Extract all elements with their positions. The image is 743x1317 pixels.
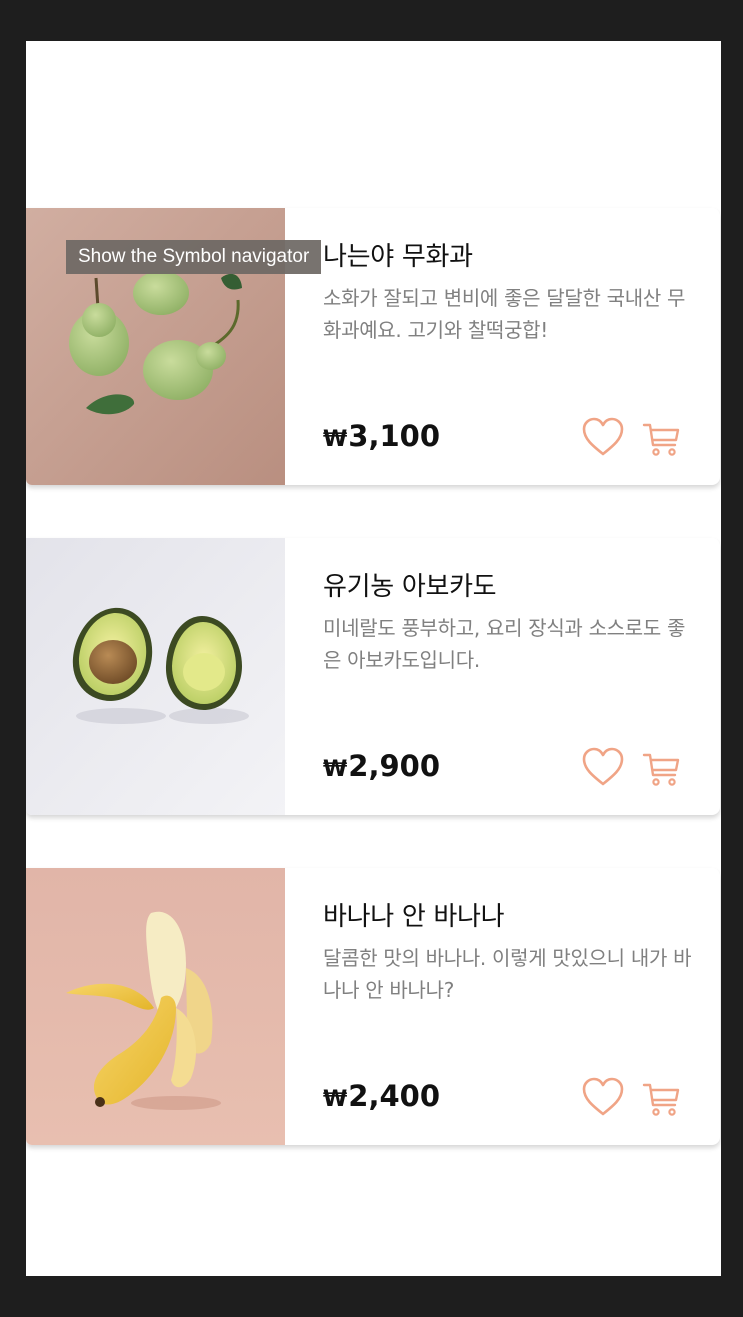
add-to-cart-button[interactable] [641, 1078, 683, 1120]
tooltip: Show the Symbol navigator [66, 240, 322, 274]
product-description: 미네랄도 풍부하고, 요리 장식과 소스로도 좋은 아보카도입니다. [323, 616, 686, 672]
product-price: ₩3,100 [323, 419, 440, 453]
product-list-screen: 나는야 무화과 소화가 잘되고 변비에 좋은 달달한 국내산 무화과예요. 고기… [26, 41, 721, 1276]
cart-icon [642, 753, 680, 786]
like-button[interactable] [581, 415, 625, 459]
add-to-cart-button[interactable] [641, 418, 683, 460]
product-title: 유기농 아보카도 [323, 572, 497, 602]
add-to-cart-button[interactable] [641, 748, 683, 790]
heart-icon [582, 417, 624, 456]
like-button[interactable] [581, 1075, 625, 1119]
cart-icon [642, 423, 680, 456]
avocado-photo-icon [26, 538, 285, 815]
product-image [26, 868, 285, 1145]
product-title: 나는야 무화과 [323, 242, 473, 272]
price-value: 2,900 [348, 749, 441, 783]
banana-photo-icon [26, 868, 285, 1145]
product-description: 달콤한 맛의 바나나. 이렇게 맛있으니 내가 바나나 안 바나나? [323, 946, 692, 1002]
product-card[interactable]: 바나나 안 바나나 달콤한 맛의 바나나. 이렇게 맛있으니 내가 바나나 안 … [26, 868, 720, 1145]
currency-symbol: ₩ [323, 1087, 348, 1112]
product-title: 바나나 안 바나나 [323, 902, 505, 932]
currency-symbol: ₩ [323, 757, 348, 782]
product-description: 소화가 잘되고 변비에 좋은 달달한 국내산 무화과예요. 고기와 찰떡궁합! [323, 286, 686, 342]
heart-icon [582, 1077, 624, 1116]
product-image [26, 538, 285, 815]
heart-icon [582, 747, 624, 786]
price-value: 2,400 [348, 1079, 441, 1113]
currency-symbol: ₩ [323, 427, 348, 452]
cart-icon [642, 1083, 680, 1116]
product-price: ₩2,900 [323, 749, 440, 783]
price-value: 3,100 [348, 419, 441, 453]
product-price: ₩2,400 [323, 1079, 440, 1113]
like-button[interactable] [581, 745, 625, 789]
product-card[interactable]: 유기농 아보카도 미네랄도 풍부하고, 요리 장식과 소스로도 좋은 아보카도입… [26, 538, 720, 815]
